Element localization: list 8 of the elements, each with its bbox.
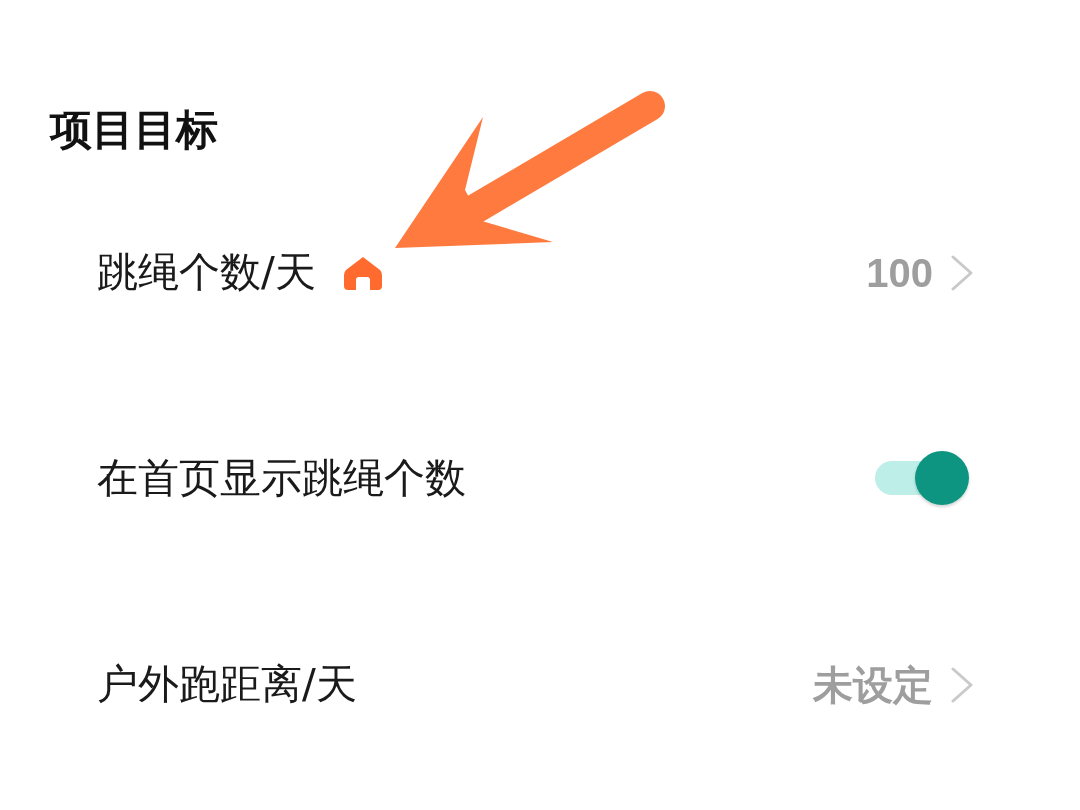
setting-label: 在首页显示跳绳个数 — [97, 454, 466, 504]
setting-value: 未设定 — [813, 662, 933, 709]
setting-label: 户外跑距离/天 — [97, 660, 357, 710]
chevron-right-icon[interactable] — [951, 667, 973, 703]
section-title: 项目目标 — [50, 104, 218, 156]
setting-label: 跳绳个数/天 — [97, 248, 316, 298]
setting-value: 100 — [866, 250, 933, 297]
chevron-right-icon[interactable] — [951, 255, 973, 291]
